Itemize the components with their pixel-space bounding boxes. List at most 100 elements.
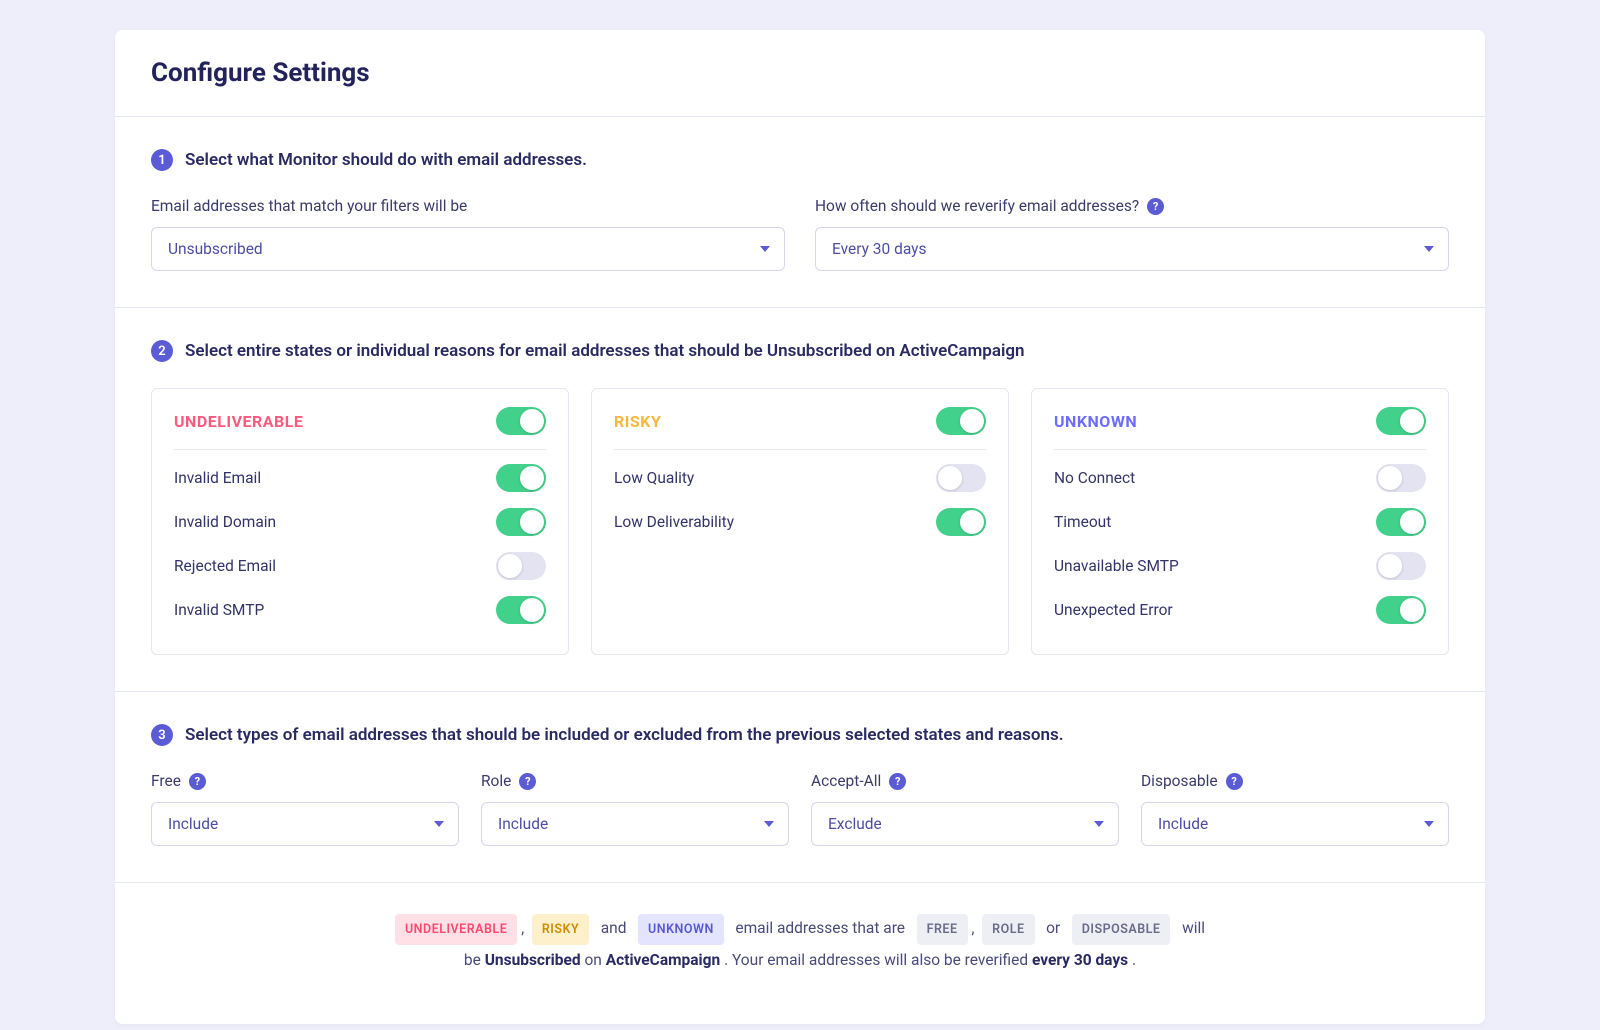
filter-role: Role? Include (481, 772, 789, 846)
summary-text: will (1182, 919, 1205, 937)
filter-select-free[interactable]: Include (151, 802, 459, 846)
toggle-knob (1378, 466, 1402, 490)
section-step-1: 1 Select what Monitor should do with ema… (115, 117, 1485, 308)
filter-accept-all: Accept-All? Exclude (811, 772, 1119, 846)
step-number-badge: 3 (151, 724, 173, 746)
reason-row: Invalid Email (174, 456, 546, 500)
step-title: Select entire states or individual reaso… (185, 341, 1025, 361)
filter-select-role[interactable]: Include (481, 802, 789, 846)
help-icon[interactable]: ? (189, 773, 206, 790)
label-text: How often should we reverify email addre… (815, 197, 1139, 215)
state-toggle-unknown[interactable] (1376, 407, 1426, 435)
frequency-select[interactable]: Every 30 days (815, 227, 1449, 271)
state-card-risky: RISKY Low Quality Low Deliverability (591, 388, 1009, 655)
field-label: Accept-All? (811, 772, 1119, 790)
toggle-knob (960, 409, 984, 433)
caret-down-icon (1094, 821, 1104, 827)
reason-toggle[interactable] (496, 552, 546, 580)
toggle-knob (520, 409, 544, 433)
label-text: Accept-All (811, 772, 881, 790)
reason-label: Invalid Domain (174, 513, 276, 531)
step-header: 2 Select entire states or individual rea… (151, 340, 1449, 362)
select-value: Include (498, 815, 548, 833)
help-icon[interactable]: ? (1147, 198, 1164, 215)
toggle-knob (520, 510, 544, 534)
summary-text (1174, 919, 1178, 937)
help-icon[interactable]: ? (889, 773, 906, 790)
section-step-2: 2 Select entire states or individual rea… (115, 308, 1485, 692)
reason-row: Rejected Email (174, 544, 546, 588)
toggle-knob (520, 466, 544, 490)
summary-sentence: UNDELIVERABLE , RISKY and UNKNOWN email … (115, 883, 1485, 1024)
field-label: Disposable? (1141, 772, 1449, 790)
summary-text: or (1046, 919, 1060, 937)
help-icon[interactable]: ? (1226, 773, 1243, 790)
filter-select-accept-all[interactable]: Exclude (811, 802, 1119, 846)
reason-row: Invalid Domain (174, 500, 546, 544)
reason-row: No Connect (1054, 456, 1426, 500)
caret-down-icon (1424, 821, 1434, 827)
reason-label: Timeout (1054, 513, 1111, 531)
field-frequency: How often should we reverify email addre… (815, 197, 1449, 271)
state-card-header: UNKNOWN (1054, 407, 1426, 450)
state-toggle-risky[interactable] (936, 407, 986, 435)
reason-label: Low Deliverability (614, 513, 734, 531)
toggle-knob (1400, 598, 1424, 622)
page-title: Configure Settings (151, 58, 1449, 88)
toggle-knob (1400, 409, 1424, 433)
reason-toggle[interactable] (1376, 552, 1426, 580)
label-text: Role (481, 772, 511, 790)
summary-text: . (1132, 951, 1136, 969)
toggle-knob (520, 598, 544, 622)
field-label: How often should we reverify email addre… (815, 197, 1449, 215)
step-title: Select types of email addresses that sho… (185, 725, 1064, 745)
caret-down-icon (764, 821, 774, 827)
reason-toggle[interactable] (936, 508, 986, 536)
pill-risky: RISKY (532, 914, 589, 945)
summary-text: . Your email addresses will also be reve… (724, 951, 1032, 969)
reason-row: Invalid SMTP (174, 588, 546, 632)
step-header: 1 Select what Monitor should do with ema… (151, 149, 1449, 171)
settings-card: Configure Settings 1 Select what Monitor… (115, 30, 1485, 1024)
summary-text: on (584, 951, 605, 969)
action-select[interactable]: Unsubscribed (151, 227, 785, 271)
reason-toggle[interactable] (496, 508, 546, 536)
reason-row: Low Quality (614, 456, 986, 500)
caret-down-icon (434, 821, 444, 827)
summary-text: email addresses that are (735, 919, 905, 937)
summary-text (593, 919, 597, 937)
reason-label: Low Quality (614, 469, 694, 487)
summary-text (630, 919, 634, 937)
summary-text: , (521, 919, 532, 937)
caret-down-icon (1424, 246, 1434, 252)
state-card-header: RISKY (614, 407, 986, 450)
step-header: 3 Select types of email addresses that s… (151, 724, 1449, 746)
state-toggle-undeliverable[interactable] (496, 407, 546, 435)
summary-service: ActiveCampaign (606, 951, 720, 969)
select-value: Include (1158, 815, 1208, 833)
help-icon[interactable]: ? (519, 773, 536, 790)
reason-toggle[interactable] (496, 596, 546, 624)
reason-toggle[interactable] (496, 464, 546, 492)
select-value: Every 30 days (832, 240, 926, 258)
reason-label: Invalid Email (174, 469, 261, 487)
reason-toggle[interactable] (936, 464, 986, 492)
toggle-knob (938, 466, 962, 490)
label-text: Email addresses that match your filters … (151, 197, 467, 215)
state-card-undeliverable: UNDELIVERABLE Invalid Email Invalid Domain… (151, 388, 569, 655)
section-step-3: 3 Select types of email addresses that s… (115, 692, 1485, 883)
reason-row: Unexpected Error (1054, 588, 1426, 632)
summary-text: , (971, 919, 982, 937)
filter-disposable: Disposable? Include (1141, 772, 1449, 846)
reason-toggle[interactable] (1376, 508, 1426, 536)
reason-toggle[interactable] (1376, 596, 1426, 624)
field-label: Free? (151, 772, 459, 790)
pill-unknown: UNKNOWN (638, 914, 724, 945)
summary-text (1038, 919, 1042, 937)
reason-label: Unexpected Error (1054, 601, 1173, 619)
filter-select-disposable[interactable]: Include (1141, 802, 1449, 846)
state-name: UNDELIVERABLE (174, 412, 303, 431)
reason-toggle[interactable] (1376, 464, 1426, 492)
summary-text (728, 919, 732, 937)
filter-free: Free? Include (151, 772, 459, 846)
